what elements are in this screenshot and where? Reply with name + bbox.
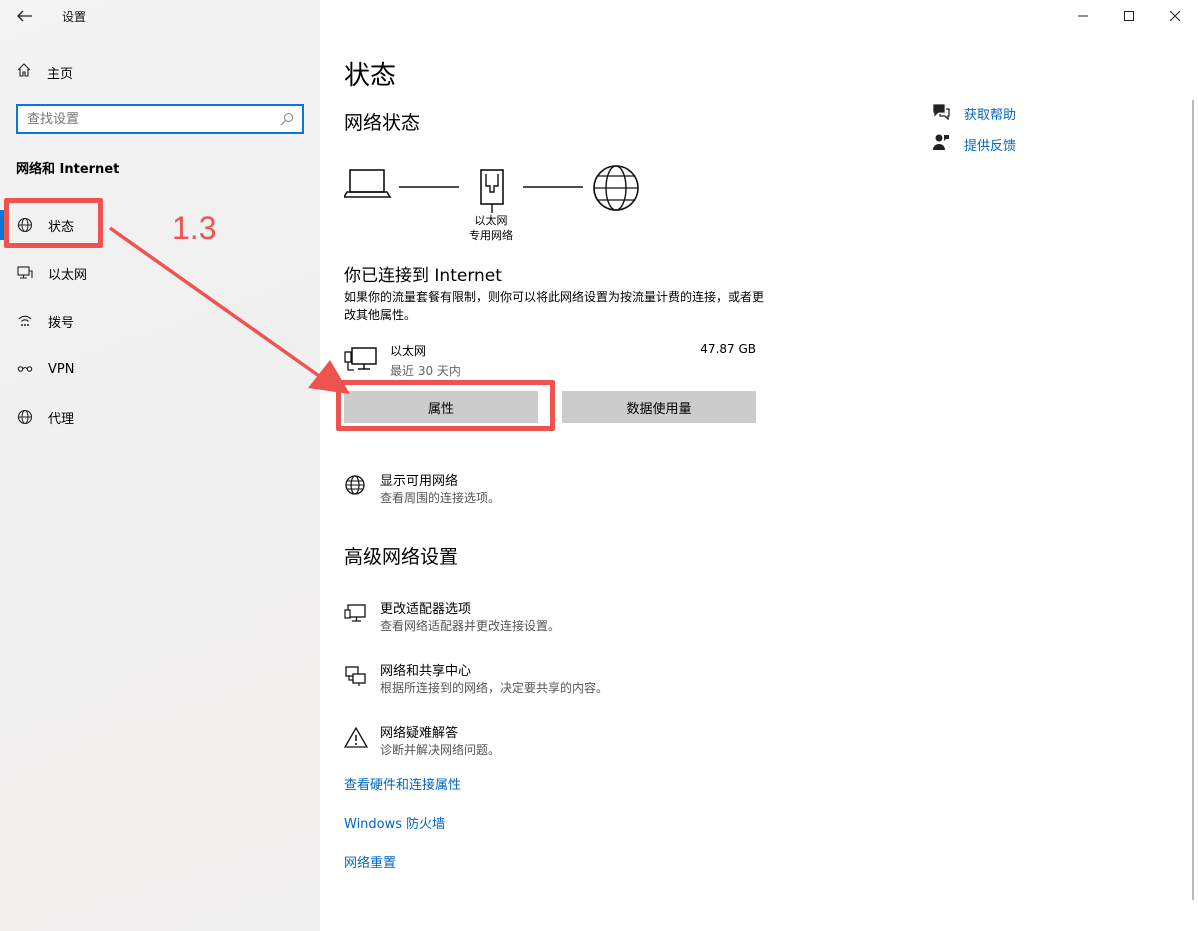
home-icon xyxy=(16,62,32,82)
sidebar-item-label: 拨号 xyxy=(48,315,75,331)
network-status-heading: 网络状态 xyxy=(344,112,421,134)
sharing-center-title: 网络和共享中心 xyxy=(380,664,472,679)
troubleshoot-sub: 诊断并解决网络问题。 xyxy=(380,743,501,757)
sidebar-item-label: 代理 xyxy=(48,411,75,427)
troubleshoot-title: 网络疑难解答 xyxy=(380,726,459,741)
feedback-person-icon xyxy=(932,133,950,155)
ethernet-pc-icon xyxy=(344,346,378,378)
nav-home-label: 主页 xyxy=(47,66,74,82)
ethernet-usage-row: 以太网 最近 30 天内 47.87 GB xyxy=(344,342,756,382)
diagram-label: 以太网 专用网络 xyxy=(460,213,522,243)
back-arrow-icon[interactable] xyxy=(10,4,40,28)
warning-icon xyxy=(343,726,369,750)
sidebar: 设置 主页 网络和 Internet 状态 以太网 拨号 V xyxy=(0,0,320,931)
adapter-options-sub: 查看网络适配器并更改连接设置。 xyxy=(380,619,561,633)
sidebar-item-label: VPN xyxy=(48,361,75,377)
get-help-link[interactable]: 获取帮助 xyxy=(932,102,1016,124)
sidebar-item-label: 以太网 xyxy=(48,267,88,283)
ethernet-name: 以太网 xyxy=(390,344,427,358)
globe-network-icon xyxy=(344,474,368,498)
sidebar-item-proxy[interactable]: 代理 xyxy=(16,405,74,429)
annotation-label: 1.3 xyxy=(172,210,217,246)
connected-title: 你已连接到 Internet xyxy=(344,266,502,286)
sharing-center-item[interactable]: 网络和共享中心 根据所连接到的网络，决定要共享的内容。 xyxy=(344,660,764,700)
help-chat-icon xyxy=(932,102,950,124)
annotation-box-status xyxy=(4,198,103,248)
adapter-icon xyxy=(344,602,368,626)
network-reset-link[interactable]: 网络重置 xyxy=(344,852,396,871)
troubleshoot-item[interactable]: 网络疑难解答 诊断并解决网络问题。 xyxy=(343,722,764,762)
search-icon[interactable] xyxy=(280,111,294,126)
diagram-label-ethernet: 以太网 xyxy=(474,214,508,227)
page-title: 状态 xyxy=(344,61,397,91)
annotation-box-properties xyxy=(336,380,555,431)
ethernet-icon xyxy=(16,264,34,282)
search-box[interactable] xyxy=(16,104,304,134)
main-panel: 状态 网络状态 以太网 专用网络 你已连接到 Internet 如果你的流量套餐… xyxy=(320,0,1198,931)
show-networks-item[interactable]: 显示可用网络 查看周围的连接选项。 xyxy=(344,470,764,510)
window-controls xyxy=(1060,0,1198,32)
app-title: 设置 xyxy=(62,10,87,24)
hardware-properties-link[interactable]: 查看硬件和连接属性 xyxy=(344,774,461,793)
ethernet-port-icon xyxy=(480,169,504,213)
section-title: 网络和 Internet xyxy=(16,162,120,177)
adapter-options-title: 更改适配器选项 xyxy=(380,602,472,617)
get-help-label: 获取帮助 xyxy=(964,107,1017,123)
advanced-heading: 高级网络设置 xyxy=(344,546,459,568)
laptop-icon xyxy=(344,169,392,198)
ethernet-data-size: 47.87 GB xyxy=(700,342,756,356)
data-usage-button[interactable]: 数据使用量 xyxy=(562,391,756,423)
search-input[interactable] xyxy=(18,106,268,132)
globe-icon xyxy=(16,408,34,426)
ethernet-period: 最近 30 天内 xyxy=(390,364,461,378)
show-networks-sub: 查看周围的连接选项。 xyxy=(380,491,501,505)
show-networks-title: 显示可用网络 xyxy=(380,474,459,489)
diagram-label-private: 专用网络 xyxy=(469,229,513,242)
nav-home[interactable]: 主页 xyxy=(16,62,73,82)
internet-globe-icon xyxy=(593,165,639,211)
sidebar-item-dialup[interactable]: 拨号 xyxy=(16,309,74,333)
sidebar-item-ethernet[interactable]: 以太网 xyxy=(16,261,87,285)
maximize-button[interactable] xyxy=(1106,0,1152,32)
sharing-center-sub: 根据所连接到的网络，决定要共享的内容。 xyxy=(380,681,609,695)
minimize-button[interactable] xyxy=(1060,0,1106,32)
scrollbar[interactable] xyxy=(1192,100,1194,900)
feedback-link[interactable]: 提供反馈 xyxy=(932,133,1016,155)
vpn-icon xyxy=(16,360,34,378)
adapter-options-item[interactable]: 更改适配器选项 查看网络适配器并更改连接设置。 xyxy=(344,598,764,638)
sharing-center-icon xyxy=(344,664,368,688)
close-button[interactable] xyxy=(1152,0,1198,32)
connected-description: 如果你的流量套餐有限制，则你可以将此网络设置为按流量计费的连接，或者更改其他属性… xyxy=(344,290,765,322)
feedback-label: 提供反馈 xyxy=(964,138,1017,154)
sidebar-item-vpn[interactable]: VPN xyxy=(16,357,74,381)
firewall-link[interactable]: Windows 防火墙 xyxy=(344,813,445,832)
dialup-icon xyxy=(16,312,34,330)
